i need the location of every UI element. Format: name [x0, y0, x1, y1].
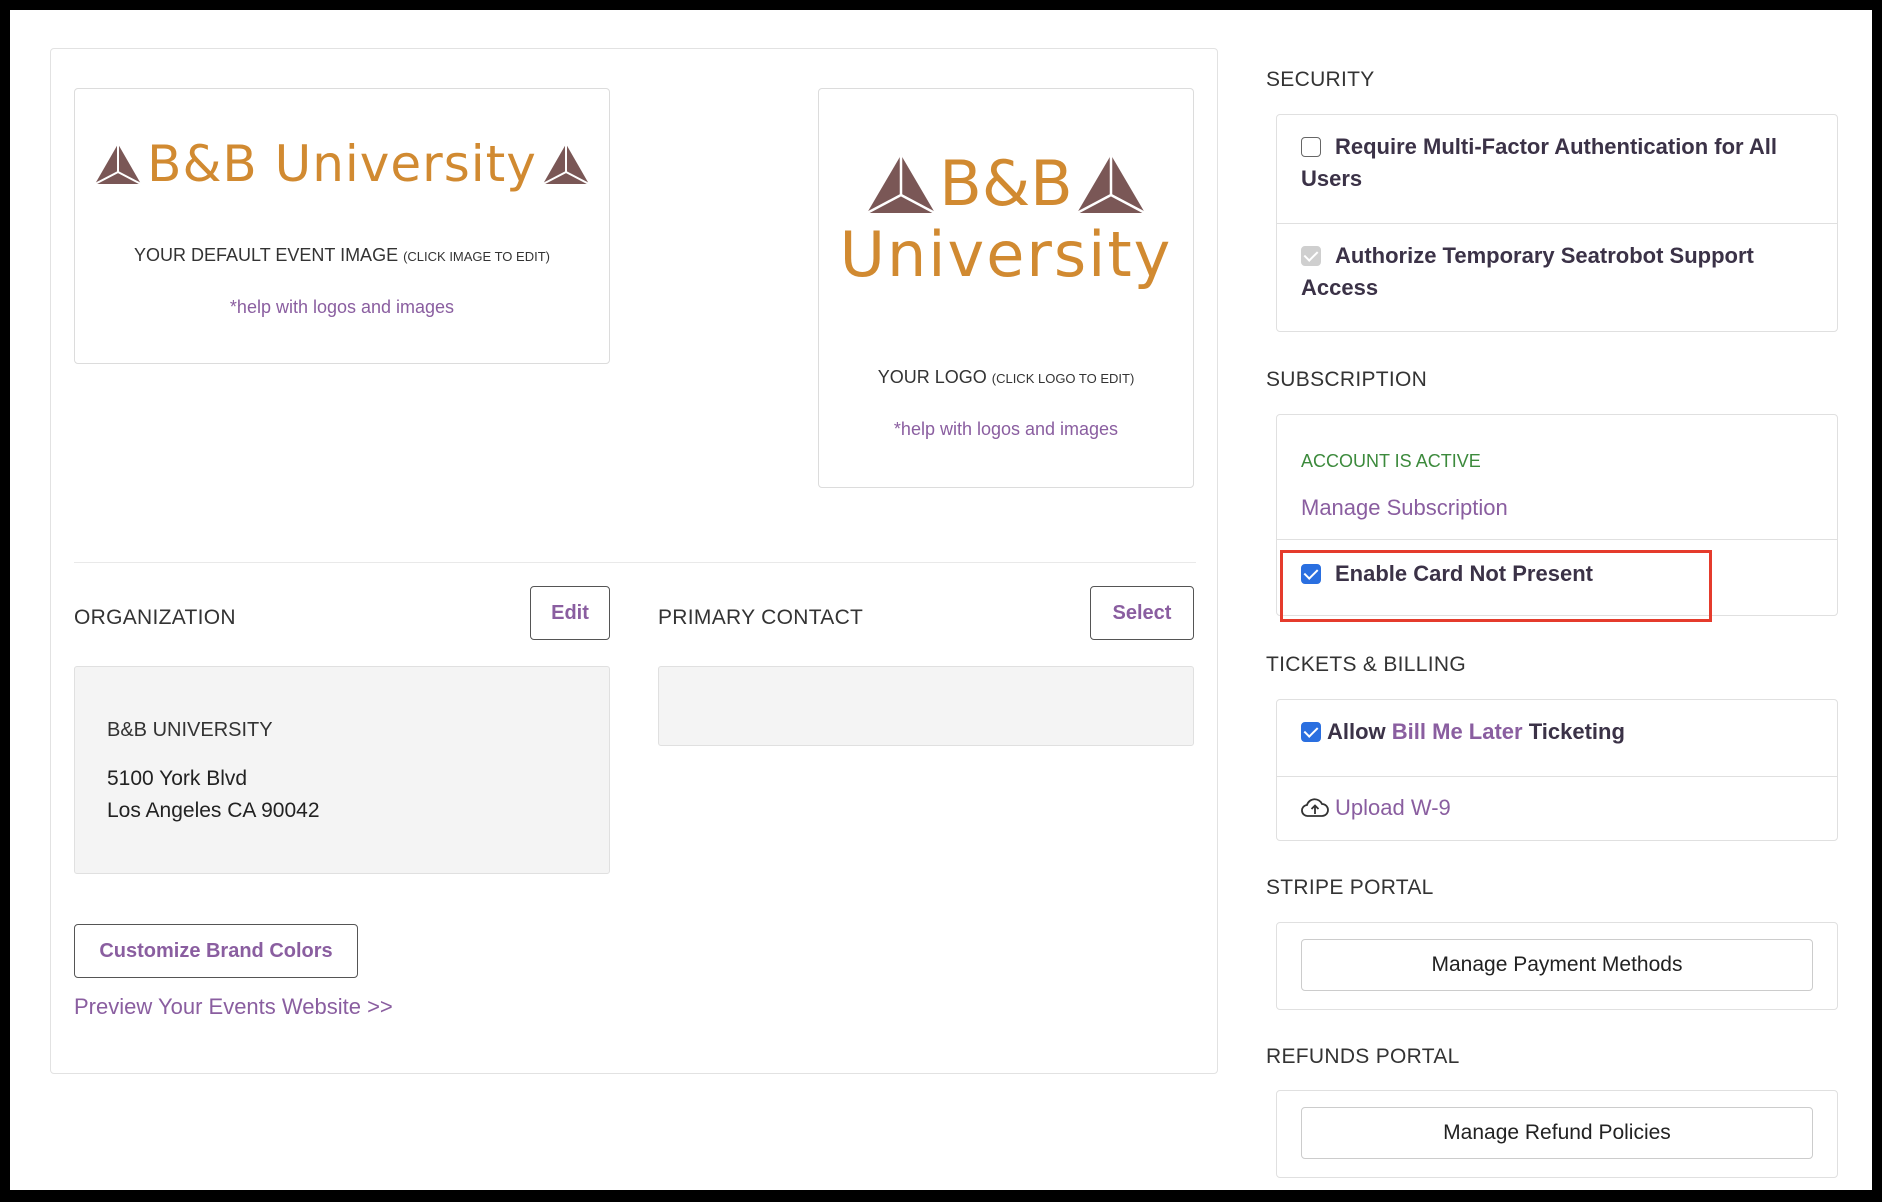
tickets-billing-label: TICKETS & BILLING	[1266, 653, 1466, 676]
customize-brand-colors-button[interactable]: Customize Brand Colors	[74, 924, 358, 978]
logo-wordmark-line1: B&B	[939, 147, 1073, 220]
divider	[74, 562, 1196, 563]
triangle-icon	[95, 144, 142, 184]
manage-refund-policies-button[interactable]: Manage Refund Policies	[1301, 1107, 1813, 1159]
logo-image[interactable]: B&B University	[819, 147, 1193, 291]
event-image-caption: YOUR DEFAULT EVENT IMAGE (CLICK IMAGE TO…	[134, 245, 550, 265]
highlight-box	[1280, 550, 1712, 622]
brand-wordmark: B&B University	[147, 135, 537, 193]
mfa-option: Require Multi-Factor Authentication for …	[1277, 115, 1837, 223]
bill-me-later-label: Allow Bill Me Later Ticketing	[1327, 719, 1625, 744]
logo-wordmark-line2: University	[839, 218, 1173, 291]
refunds-portal-card: Manage Refund Policies	[1276, 1090, 1838, 1178]
manage-payment-methods-button[interactable]: Manage Payment Methods	[1301, 939, 1813, 991]
refunds-portal-label: REFUNDS PORTAL	[1266, 1045, 1460, 1068]
organization-address-line2: Los Angeles CA 90042	[107, 799, 320, 822]
upload-w9-row: Upload W-9	[1277, 776, 1837, 842]
triangle-icon	[1076, 154, 1145, 213]
stripe-portal-card: Manage Payment Methods	[1276, 922, 1838, 1010]
organization-address-line1: 5100 York Blvd	[107, 767, 248, 790]
organization-name: B&B UNIVERSITY	[107, 719, 273, 741]
stripe-portal-label: STRIPE PORTAL	[1266, 876, 1434, 899]
subscription-label: SUBSCRIPTION	[1266, 368, 1428, 391]
select-primary-contact-button[interactable]: Select	[1090, 586, 1194, 640]
logo-help-link[interactable]: *help with logos and images	[819, 419, 1193, 440]
bill-me-later-checkbox[interactable]	[1301, 722, 1321, 742]
preview-events-website-link[interactable]: Preview Your Events Website >>	[74, 994, 393, 1020]
primary-contact-label: PRIMARY CONTACT	[658, 606, 864, 629]
event-image-logo[interactable]: B&B University	[75, 135, 609, 193]
event-image-help-link[interactable]: *help with logos and images	[75, 297, 609, 318]
security-label: SECURITY	[1266, 68, 1375, 91]
support-access-option: Authorize Temporary Seatrobot Support Ac…	[1277, 223, 1837, 333]
manage-subscription-link[interactable]: Manage Subscription	[1301, 495, 1508, 521]
event-image-hint: (CLICK IMAGE TO EDIT)	[403, 249, 550, 264]
triangle-icon	[867, 154, 936, 213]
logo-hint: (CLICK LOGO TO EDIT)	[991, 371, 1135, 386]
default-event-image-card[interactable]: B&B University YOUR DEFAULT EVENT IMAGE …	[74, 88, 610, 364]
page: B&B University YOUR DEFAULT EVENT IMAGE …	[10, 10, 1872, 1190]
upload-w9-link[interactable]: Upload W-9	[1335, 795, 1451, 821]
logo-caption: YOUR LOGO (CLICK LOGO TO EDIT)	[877, 367, 1135, 387]
bill-me-later-option: Allow Bill Me Later Ticketing	[1277, 700, 1837, 776]
account-status: ACCOUNT IS ACTIVE	[1301, 451, 1481, 471]
tickets-billing-card: Allow Bill Me Later Ticketing Upload W-9	[1276, 699, 1838, 841]
logo-card[interactable]: B&B University YOUR LOGO (CLICK LOGO TO …	[818, 88, 1194, 488]
bill-me-later-link[interactable]: Bill Me Later	[1392, 719, 1523, 744]
organization-label: ORGANIZATION	[74, 606, 236, 629]
primary-contact-box	[658, 666, 1194, 746]
security-card: Require Multi-Factor Authentication for …	[1276, 114, 1838, 332]
mfa-label: Require Multi-Factor Authentication for …	[1301, 134, 1778, 191]
edit-organization-button[interactable]: Edit	[530, 586, 610, 640]
support-access-label: Authorize Temporary Seatrobot Support Ac…	[1301, 243, 1754, 300]
triangle-icon	[542, 144, 589, 184]
cloud-upload-icon[interactable]	[1301, 797, 1329, 819]
organization-details: B&B UNIVERSITY 5100 York Blvd Los Angele…	[74, 666, 610, 874]
